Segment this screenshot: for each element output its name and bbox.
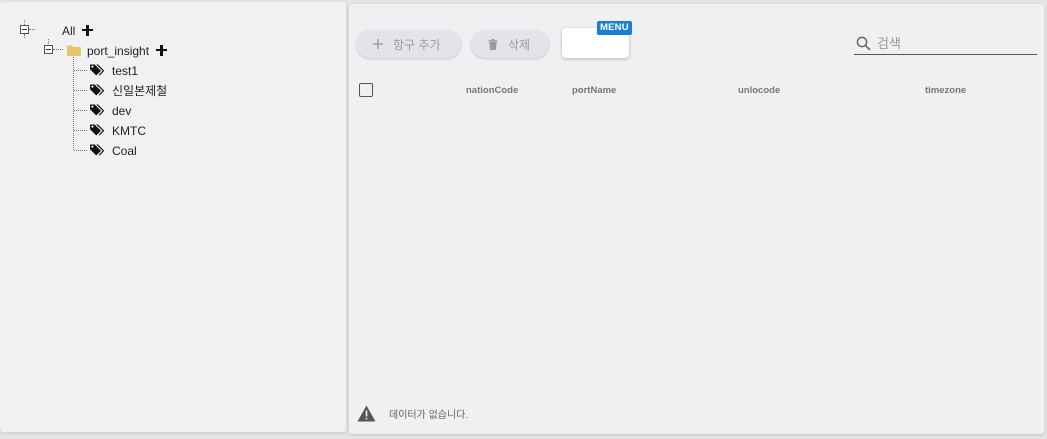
tree-item-label[interactable]: test1 <box>112 64 138 78</box>
tree-item-label[interactable]: KMTC <box>112 124 146 138</box>
tree-item-label[interactable]: dev <box>112 104 131 118</box>
empty-state: 데이터가 없습니다. <box>357 405 468 422</box>
folder-icon <box>67 45 81 56</box>
root-collapse-toggle[interactable] <box>20 25 29 34</box>
search-input[interactable] <box>877 34 1032 52</box>
column-header-unlocode[interactable]: unlocode <box>738 85 780 97</box>
tree-connector <box>74 90 87 91</box>
menu-badge: MENU <box>597 21 632 35</box>
tags-icon <box>90 64 105 76</box>
add-port-button[interactable]: 항구 추가 <box>356 30 461 58</box>
tree-connector <box>29 29 35 30</box>
column-header-portname[interactable]: portName <box>572 85 616 97</box>
tree-root-label[interactable]: All <box>62 24 75 38</box>
tags-icon <box>90 84 105 96</box>
tree-panel: All port_insight test1 신일본제철 dev KMTC Co… <box>0 2 346 432</box>
delete-label: 삭제 <box>508 37 531 52</box>
tree-connector <box>53 49 63 50</box>
add-port-label: 항구 추가 <box>393 37 441 52</box>
port-list-panel: 항구 추가 삭제 MENU nationCode portName unloc <box>349 4 1044 434</box>
tags-icon <box>90 104 105 116</box>
plus-icon <box>373 39 383 49</box>
empty-state-message: 데이터가 없습니다. <box>389 410 469 421</box>
column-header-nationcode[interactable]: nationCode <box>466 85 518 97</box>
add-port-icon[interactable] <box>156 45 167 56</box>
tags-icon <box>90 124 105 136</box>
select-all-checkbox[interactable] <box>359 83 373 97</box>
tree-connector <box>74 70 87 71</box>
tree-connector <box>74 110 87 111</box>
tree-group-label[interactable]: port_insight <box>87 44 149 58</box>
warning-icon <box>357 405 376 422</box>
delete-button[interactable]: 삭제 <box>471 30 549 58</box>
tree-item-label[interactable]: 신일본제철 <box>112 84 167 98</box>
tree-connector <box>24 34 25 38</box>
column-header-timezone[interactable]: timezone <box>925 85 966 97</box>
tree-connector <box>48 39 49 44</box>
trash-icon <box>488 38 498 50</box>
app-root: All port_insight test1 신일본제철 dev KMTC Co… <box>0 0 1047 439</box>
search-box <box>854 34 1037 55</box>
tree-item-label[interactable]: Coal <box>112 144 137 158</box>
port-group-tree: All port_insight test1 신일본제철 dev KMTC Co… <box>0 2 346 432</box>
group-collapse-toggle[interactable] <box>44 45 53 54</box>
tags-icon <box>90 144 105 156</box>
tree-connector <box>74 150 87 151</box>
search-icon <box>856 36 871 51</box>
add-root-child-icon[interactable] <box>82 25 93 36</box>
tree-connector <box>74 130 87 131</box>
